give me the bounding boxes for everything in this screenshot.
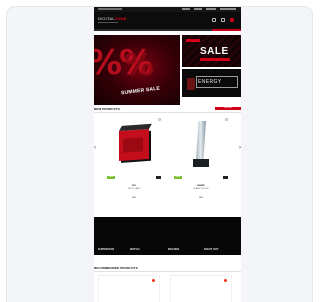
recommended-product-card[interactable] — [98, 275, 160, 302]
promo-sale-bar — [200, 58, 230, 61]
trophy-glass — [196, 121, 206, 159]
top-bar-link[interactable] — [220, 8, 236, 10]
banner-caption: SUPERSTAR — [98, 248, 115, 251]
logo-accent-text: ZONE — [114, 16, 127, 21]
view-all-button[interactable]: VIEW ALL — [215, 107, 241, 110]
product-card[interactable]: NEW AWARD GLASS TROPHY $00 — [170, 115, 232, 207]
view-all-label: VIEW ALL — [223, 107, 233, 109]
sale-dot — [152, 279, 155, 282]
product-name[interactable]: ELITE CASE — [103, 188, 165, 191]
section-divider — [94, 271, 241, 272]
promo-sale-label: SALE — [200, 46, 229, 57]
new-badge: NEW — [107, 176, 115, 179]
search-icon[interactable] — [221, 18, 225, 22]
logo-primary-text: DIGITAL — [98, 16, 115, 21]
add-to-cart-button[interactable] — [156, 176, 161, 179]
top-bar-link[interactable] — [206, 8, 216, 10]
promo-energy-label: ENERGY — [198, 79, 222, 85]
nav-tab-active[interactable] — [212, 29, 241, 31]
new-badge: NEW — [174, 176, 182, 179]
new-products-title: NEW PRODUCTS — [94, 107, 120, 111]
recommended-product-card[interactable] — [170, 275, 232, 302]
hero-banner[interactable]: %% % SUMMER SALE — [94, 35, 180, 105]
chevron-left-icon[interactable]: ‹ — [94, 145, 96, 151]
heart-icon[interactable] — [158, 118, 161, 121]
hero-percent-symbol-back: % — [124, 48, 155, 83]
promo-tag — [186, 39, 200, 42]
top-bar-link[interactable] — [182, 8, 190, 10]
red-case-image — [119, 123, 152, 162]
product-card[interactable]: NEW XPG ELITE CASE $00 — [103, 115, 165, 207]
promo-energy-banner[interactable]: ENERGY — [182, 69, 241, 97]
site-header: DIGITALZONE — [94, 12, 241, 29]
product-price: $00 — [132, 197, 136, 199]
trophy-base — [193, 159, 209, 167]
section-divider — [94, 112, 241, 113]
banner-caption: NIGHT OUT — [204, 248, 219, 251]
badge-label: NEW — [108, 176, 114, 178]
product-price: $00 — [199, 197, 203, 199]
banner-caption: BOLDEN — [168, 248, 180, 251]
product-name[interactable]: GLASS TROPHY — [170, 188, 232, 191]
site-logo[interactable]: DIGITALZONE — [98, 16, 127, 21]
logo-tagline — [98, 22, 118, 23]
heart-icon[interactable] — [225, 118, 228, 121]
main-nav — [94, 29, 241, 31]
sale-dot — [224, 279, 227, 282]
promo-sale-banner[interactable]: SALE — [182, 35, 241, 67]
product-image — [175, 119, 227, 171]
trophy-image — [193, 121, 209, 167]
website-preview: DIGITALZONE %% % SUMMER SALE SALE ENERGY… — [94, 7, 241, 302]
add-to-cart-button[interactable] — [223, 176, 228, 179]
cart-icon[interactable] — [230, 18, 234, 22]
user-icon[interactable] — [212, 18, 216, 22]
promo-strip[interactable]: SUPERSTAR WATCH BOLDEN NIGHT OUT — [94, 217, 241, 255]
top-bar-text — [98, 8, 122, 10]
banner-caption: WATCH — [130, 248, 140, 251]
product-image — [108, 119, 160, 171]
chevron-right-icon[interactable]: › — [239, 145, 241, 151]
case-top — [119, 123, 152, 132]
top-bar-link[interactable] — [194, 8, 202, 10]
recommended-title: RECOMMENDED PRODUCTS — [94, 266, 138, 270]
case-face — [123, 137, 143, 153]
badge-label: NEW — [175, 176, 181, 178]
promo-product-image — [187, 78, 195, 90]
